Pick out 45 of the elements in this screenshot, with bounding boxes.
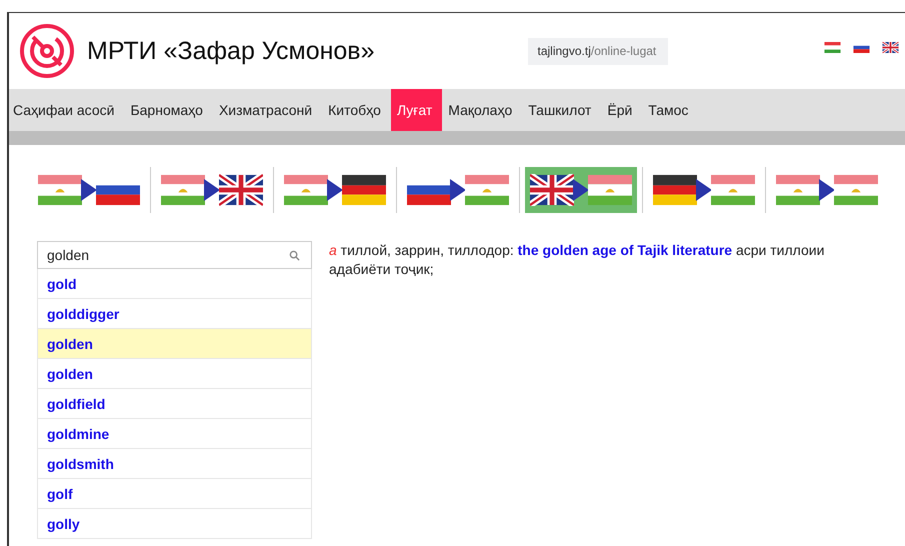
search-icon [289,250,300,260]
word-list-item[interactable]: golly [37,509,312,539]
url-path: /online-lugat [590,44,656,58]
nav-link[interactable]: Луғат [390,89,442,131]
word-list-item[interactable]: golden [37,329,312,359]
word-list-item[interactable]: goldmine [37,419,312,449]
word-list-item[interactable]: goldfield [37,389,312,419]
nav-link[interactable]: Саҳифаи асосӣ [9,89,124,131]
arrow-icon [819,179,835,201]
language-flag-icon[interactable] [882,42,899,52]
tricolor-flag-icon [342,174,386,206]
arrow-icon [327,179,343,201]
tricolor-crown-flag-icon [711,174,755,206]
nav-link[interactable]: Ташкилот [522,89,602,131]
tricolor-crown-flag-icon [776,174,820,206]
tricolor-crown-flag-icon [465,174,509,206]
logo-icon [19,23,75,79]
arrow-icon [450,179,466,201]
arrow-icon [204,179,220,201]
arrow-icon [573,179,589,201]
word-list-item[interactable]: gold [37,269,312,299]
nav-link[interactable]: Барномаҳо [124,89,213,131]
arrow-icon [81,179,97,201]
nav-link[interactable]: Мақолаҳо [442,89,522,131]
union-jack-flag-icon [530,174,574,206]
search-field[interactable]: golden [37,241,312,269]
tricolor-crown-flag-icon [588,174,632,206]
definition-text: a тиллой, заррин, тиллодор: the golden age of Tajik literature асри тиллоии адабиёти тоҷик; [329,242,824,277]
word-list-item[interactable]: golf [37,479,312,509]
tricolor-crown-flag-icon [38,174,82,206]
union-jack-flag-icon [219,174,263,206]
site-title: МРТИ «Зафар Усмонов» [87,36,374,66]
nav-link[interactable]: Тамос [642,89,698,131]
tricolor-crown-flag-icon [834,174,878,206]
word-list-item[interactable]: goldsmith [37,449,312,479]
url-domain: tajlingvo.tj [538,44,591,58]
nav-link[interactable]: Китобҳо [322,89,391,131]
nav-link[interactable]: Хизматрасонӣ [212,89,322,131]
direction-button[interactable] [525,167,637,213]
word-list-item[interactable]: golden [37,359,312,389]
tricolor-flag-icon [653,174,697,206]
tricolor-crown-flag-icon [284,174,328,206]
arrow-icon [696,179,712,201]
tricolor-crown-flag-icon [161,174,205,206]
nav-link[interactable]: Ёрӣ [601,89,642,131]
